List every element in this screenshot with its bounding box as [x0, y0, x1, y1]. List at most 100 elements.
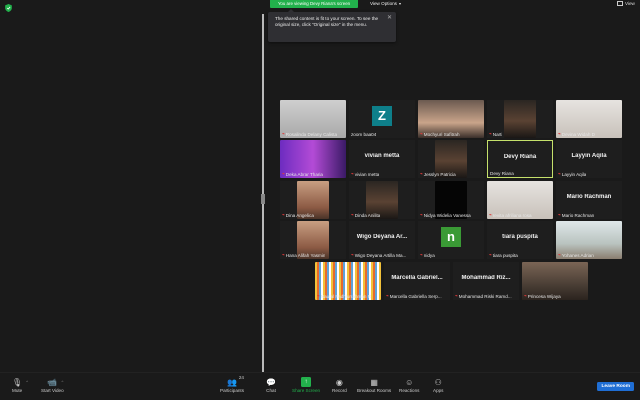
participant-tile[interactable]: ⌁ Hana Alifah Yasmin [280, 221, 346, 259]
record-button[interactable]: ◉ Record [332, 377, 347, 394]
microphone-icon: 🎙 ^ [12, 377, 29, 387]
participant-tile[interactable]: ⌁ Nidya Widelia Vanessa [418, 181, 484, 219]
leave-room-button[interactable]: Leave Room [597, 382, 634, 391]
participant-name: revita afriliana rosa [492, 212, 532, 218]
participant-tile[interactable]: Mario Rachman ⌁ Mario Rachman [556, 181, 622, 219]
muted-microphone-icon: ⌁ [489, 212, 492, 217]
muted-microphone-icon: ⌁ [282, 131, 285, 136]
participant-name-label: ⌁ Nidya Widelia Vanessa [420, 212, 471, 218]
muted-microphone-icon: ⌁ [351, 252, 354, 257]
close-icon[interactable]: ✕ [387, 15, 392, 21]
share-screen-label: Share Screen [292, 388, 321, 393]
grid-view-icon [617, 1, 623, 6]
participants-button[interactable]: 👥 24 Participants [220, 375, 245, 393]
share-screen-button[interactable]: ↑ Share Screen [292, 377, 320, 393]
participant-tile[interactable]: ⌁ Princesa Wijaya [522, 262, 588, 300]
participant-tile[interactable]: ⌁ Jesslyn Patricia [418, 140, 484, 178]
muted-microphone-icon: ⌁ [558, 131, 561, 136]
muted-microphone-icon: ⌁ [420, 252, 423, 257]
apps-button[interactable]: ⚇ Apps [433, 377, 444, 394]
meeting-toolbar: 🎙 ^ Mute 📹 ^ Start Video 👥 24 Participants … [0, 372, 640, 400]
participants-count: 24 [238, 375, 244, 380]
participant-display-name: Mario Rachman [566, 194, 612, 200]
breakout-rooms-button[interactable]: ▦ Breakout Rooms [357, 377, 392, 394]
muted-microphone-icon: ⌁ [282, 171, 285, 176]
security-shield-icon[interactable] [5, 4, 12, 12]
mute-button[interactable]: 🎙 ^ Mute [12, 377, 29, 394]
share-screen-icon: ↑ [301, 377, 312, 387]
participant-tile[interactable]: ⌁ Dinda Anilita [349, 181, 415, 219]
participant-tile[interactable]: Layyin Aqila ⌁ Layyin Aqila [556, 140, 622, 178]
participant-name: Princesa Wijaya [527, 293, 561, 299]
muted-microphone-icon: ⌁ [420, 131, 423, 136]
participant-name: Nidya Widelia Vanessa [423, 212, 471, 218]
breakout-rooms-label: Breakout Rooms [357, 388, 392, 393]
participant-tile[interactable]: Devy Riana Devy Riana [487, 140, 553, 178]
panel-splitter[interactable] [262, 14, 264, 372]
participant-tile[interactable]: Zzoom baa04 [349, 100, 415, 138]
participant-tile[interactable]: ⌁ Rosalinda Delany Calista [280, 100, 346, 138]
participant-tile[interactable]: tiara puspita ⌁ tiara puspita [487, 221, 553, 259]
start-video-button[interactable]: 📹 ^ Start Video [41, 377, 64, 394]
participant-name-label: ⌁ revita afriliana rosa [489, 212, 532, 218]
participant-tile[interactable]: ⌁ Naufal Fadhlurrahman R [315, 262, 381, 300]
participant-name-label: ⌁ nidya [420, 252, 435, 258]
participant-tile[interactable]: ⌁ Deka Abrar Tharia [280, 140, 346, 178]
participant-name: Devy Riana [490, 171, 514, 176]
apps-icon: ⚇ [434, 377, 442, 387]
muted-microphone-icon: ⌁ [558, 252, 561, 257]
view-options-menu[interactable]: View Options ▾ [370, 0, 401, 8]
splitter-handle[interactable] [261, 194, 265, 204]
breakout-rooms-icon: ▦ [370, 377, 378, 387]
participant-name-label: ⌁ Naufal Fadhlurrahman R [317, 293, 371, 299]
participant-tile[interactable]: ⌁ revita afriliana rosa [487, 181, 553, 219]
reactions-icon: ☺ [405, 377, 414, 387]
participant-tile[interactable]: Wigo Deyana Ar... ⌁ Wigo Deyana Artilla Ma… [349, 221, 415, 259]
participant-tile[interactable]: Marcella Gabriel... ⌁ Marcella Gabriella S… [384, 262, 450, 300]
participant-tile[interactable]: Mohammad Riz... ⌁ Mohammad Riski Ramd... [453, 262, 519, 300]
participant-name: Rosalinda Delany Calista [285, 131, 338, 137]
participant-name: Marcella Gabriella Serp... [389, 293, 442, 299]
reactions-button[interactable]: ☺ Reactions [399, 377, 419, 394]
tooltip-text: The shared content is fit to your screen… [275, 16, 379, 28]
participant-avatar: Z [372, 106, 392, 126]
participant-display-name: Layyin Aqila [571, 153, 607, 159]
fit-to-screen-tooltip: The shared content is fit to your screen… [268, 9, 396, 42]
participant-name-label: ⌁ Marcella Gabriella Serp... [386, 293, 442, 299]
chat-icon: 💬 [266, 377, 276, 387]
muted-microphone-icon: ⌁ [524, 293, 527, 298]
participant-tile[interactable]: ⌁ Mochyuri Safitrah [418, 100, 484, 138]
view-button[interactable]: View [617, 1, 635, 6]
participant-name-label: ⌁ Dinda Anilita [351, 212, 380, 218]
participant-display-name: vivian metta [364, 153, 400, 159]
muted-microphone-icon: ⌁ [489, 252, 492, 257]
apps-label: Apps [433, 388, 444, 393]
participant-name: Jesslyn Patricia [423, 171, 456, 177]
participant-tile[interactable]: n ⌁ nidya [418, 221, 484, 259]
participant-tile[interactable]: ⌁ Narti [487, 100, 553, 138]
participant-name-label: ⌁ Princesa Wijaya [524, 293, 561, 299]
participant-tile[interactable]: ⌁ Devina Widah D [556, 100, 622, 138]
participant-tile[interactable]: ⌁ Dina Angelica [280, 181, 346, 219]
participant-name: zoom baa04 [351, 132, 377, 137]
participant-name: Devina Widah D [561, 131, 595, 137]
participant-tile[interactable]: vivian metta ⌁ vivian metta [349, 140, 415, 178]
participant-display-name: tiara puspita [502, 234, 538, 240]
participant-name: Mario Rachman [561, 212, 595, 218]
muted-microphone-icon: ⌁ [282, 212, 285, 217]
muted-microphone-icon: ⌁ [558, 171, 561, 176]
viewing-screen-banner: You are viewing Devy Riana's screen [270, 0, 358, 8]
view-label: View [625, 1, 635, 6]
participant-name: Naufal Fadhlurrahman R [320, 293, 372, 299]
chevron-up-icon: ^ [26, 379, 29, 384]
participant-display-name: Devy Riana [503, 154, 537, 160]
record-label: Record [332, 388, 347, 393]
participants-label: Participants [220, 388, 245, 393]
chat-button[interactable]: 💬 Chat [266, 377, 276, 394]
view-options-label: View Options [370, 1, 397, 6]
participant-tile[interactable]: ⌁ Yohanes Adrian [556, 221, 622, 259]
participant-name: Yohanes Adrian [561, 252, 594, 258]
record-icon: ◉ [335, 377, 343, 387]
muted-microphone-icon: ⌁ [420, 212, 423, 217]
participant-display-name: Mohammad Riz... [461, 275, 511, 281]
